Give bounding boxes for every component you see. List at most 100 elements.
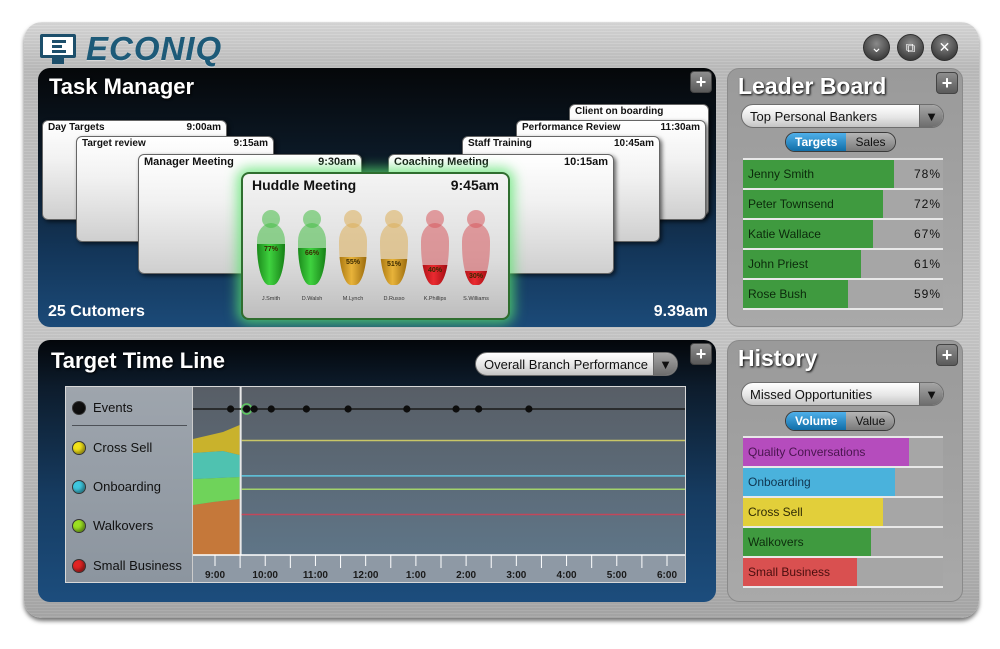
person-percent: 51% (386, 260, 401, 268)
current-time-marker (239, 387, 242, 555)
toggle-sales[interactable]: Sales (846, 133, 895, 151)
legend-item-events[interactable]: Events (72, 400, 133, 415)
add-task-button[interactable]: + (690, 71, 712, 93)
person-name: J.Smith (261, 296, 281, 302)
legend-divider (72, 425, 187, 426)
banker-percent: 59% (913, 287, 941, 301)
close-button[interactable]: ✕ (931, 34, 958, 61)
leaderboard-row[interactable]: Peter Townsend 72% (743, 188, 943, 218)
dropdown-arrow-icon: ▼ (653, 353, 677, 375)
banker-name: Peter Townsend (748, 197, 834, 211)
history-row[interactable]: Small Business (743, 556, 943, 586)
banker-name: Rose Bush (748, 287, 807, 301)
person-name: D.Walsh (301, 296, 323, 302)
category-name: Walkovers (748, 535, 804, 549)
progress-figure-body (421, 223, 449, 285)
timeline-legend: Events Cross Sell Onboarding Walkovers S… (66, 387, 193, 582)
history-select[interactable]: Missed Opportunities ▼ (741, 382, 944, 406)
task-title: Staff Training (468, 138, 532, 149)
x-tick-label: 1:00 (406, 570, 426, 581)
targets-sales-toggle: Targets Sales (785, 132, 896, 152)
plus-icon: + (695, 344, 707, 364)
task-title: Performance Review (522, 122, 621, 133)
toggle-targets[interactable]: Targets (786, 133, 847, 151)
leaderboard-select[interactable]: Top Personal Bankers ▼ (741, 104, 944, 128)
task-title: Client on boarding (575, 106, 664, 117)
task-time: 9:30am (318, 156, 356, 168)
task-title: Manager Meeting (144, 156, 234, 168)
category-name: Small Business (748, 565, 831, 579)
restore-window-icon: ⧉ (905, 39, 916, 55)
leaderboard-row[interactable]: Jenny Smith 78% (743, 158, 943, 188)
x-tick-label: 4:00 (557, 570, 577, 581)
person-percent: 55% (345, 259, 360, 267)
x-tick-label: 9:00 (205, 570, 225, 581)
task-time: 10:15am (563, 156, 608, 168)
progress-figure-body (257, 223, 285, 285)
legend-item-onboarding[interactable]: Onboarding (72, 479, 161, 494)
person-name: S.Williams (463, 296, 489, 302)
person-percent: 30% (468, 273, 483, 281)
history-row[interactable]: Cross Sell (743, 496, 943, 526)
event-marker (302, 405, 311, 413)
x-tick-label: 3:00 (506, 570, 526, 581)
banker-name: Jenny Smith (748, 167, 815, 181)
leader-board-panel: Leader Board + Top Personal Bankers ▼ Ta… (727, 68, 963, 327)
event-marker (475, 405, 483, 413)
task-title: Target review (82, 138, 146, 149)
timeline-select[interactable]: Overall Branch Performance ▼ (475, 352, 678, 376)
panel-title: Target Time Line (51, 348, 226, 373)
leaderboard-row[interactable]: Katie Wallace 67% (743, 218, 943, 248)
task-title: Huddle Meeting (252, 177, 357, 193)
add-timeline-button[interactable]: + (690, 343, 712, 365)
add-history-button[interactable]: + (936, 344, 958, 366)
add-leaderboard-button[interactable]: + (936, 72, 958, 94)
active-task-card[interactable]: Huddle Meeting 9:45am 77% J.Smith 66% D.Wal… (241, 172, 510, 320)
staff-figure[interactable]: 51% D.Russo (378, 210, 410, 306)
dropdown-value: Top Personal Bankers (750, 108, 878, 124)
leaderboard-row[interactable]: John Priest 61% (743, 248, 943, 278)
history-row[interactable]: Walkovers (743, 526, 943, 556)
event-marker (525, 405, 533, 413)
event-marker (267, 405, 275, 413)
app-logo: ECONIQ (40, 30, 222, 68)
legend-item-cross-sell[interactable]: Cross Sell (72, 440, 152, 455)
dropdown-value: Missed Opportunities (750, 386, 873, 402)
dropdown-arrow-icon: ▼ (919, 383, 943, 405)
minimize-button[interactable]: ⌄ (863, 34, 890, 61)
task-time: 9:00am (186, 122, 221, 133)
legend-item-small-business[interactable]: Small Business (72, 558, 182, 573)
legend-item-walkovers[interactable]: Walkovers (72, 518, 153, 533)
task-time: 11:30am (660, 122, 700, 133)
banker-percent: 67% (913, 227, 941, 241)
staff-figure[interactable]: 66% D.Walsh (296, 210, 328, 306)
window-controls: ⌄ ⧉ ✕ (863, 34, 958, 61)
toggle-value[interactable]: Value (846, 412, 895, 430)
staff-figure[interactable]: 30% S.Williams (460, 210, 492, 306)
legend-label: Small Business (93, 558, 182, 573)
event-marker (403, 405, 411, 413)
onboarding-dot-icon (72, 479, 86, 494)
staff-figure[interactable]: 77% J.Smith (255, 210, 287, 306)
banker-name: Katie Wallace (748, 227, 821, 241)
plus-icon: + (941, 345, 953, 365)
plot-background (193, 387, 685, 555)
timeline-plot: 9:00 10:00 11:00 12:00 1:00 2:00 3:00 4:00 5:00 6… (193, 387, 685, 582)
dropdown-arrow-icon: ▼ (919, 105, 943, 127)
panel-title: Task Manager (49, 74, 195, 99)
x-tick-label: 11:00 (303, 570, 328, 581)
staff-figure[interactable]: 40% K.Phillips (419, 210, 451, 306)
x-tick-label: 5:00 (607, 570, 627, 581)
history-row[interactable]: Quality Conversations (743, 436, 943, 466)
staff-figure[interactable]: 55% M.Lynch (337, 210, 369, 306)
person-percent: 77% (263, 246, 278, 254)
x-tick-label: 6:00 (657, 570, 677, 581)
plus-icon: + (695, 72, 707, 92)
toggle-volume[interactable]: Volume (786, 412, 847, 430)
volume-value-toggle: Volume Value (785, 411, 896, 431)
leaderboard-row[interactable]: Rose Bush 59% (743, 278, 943, 308)
task-time: 10:45am (613, 138, 654, 149)
panel-title: Leader Board (738, 73, 887, 99)
restore-button[interactable]: ⧉ (897, 34, 924, 61)
history-row[interactable]: Onboarding (743, 466, 943, 496)
